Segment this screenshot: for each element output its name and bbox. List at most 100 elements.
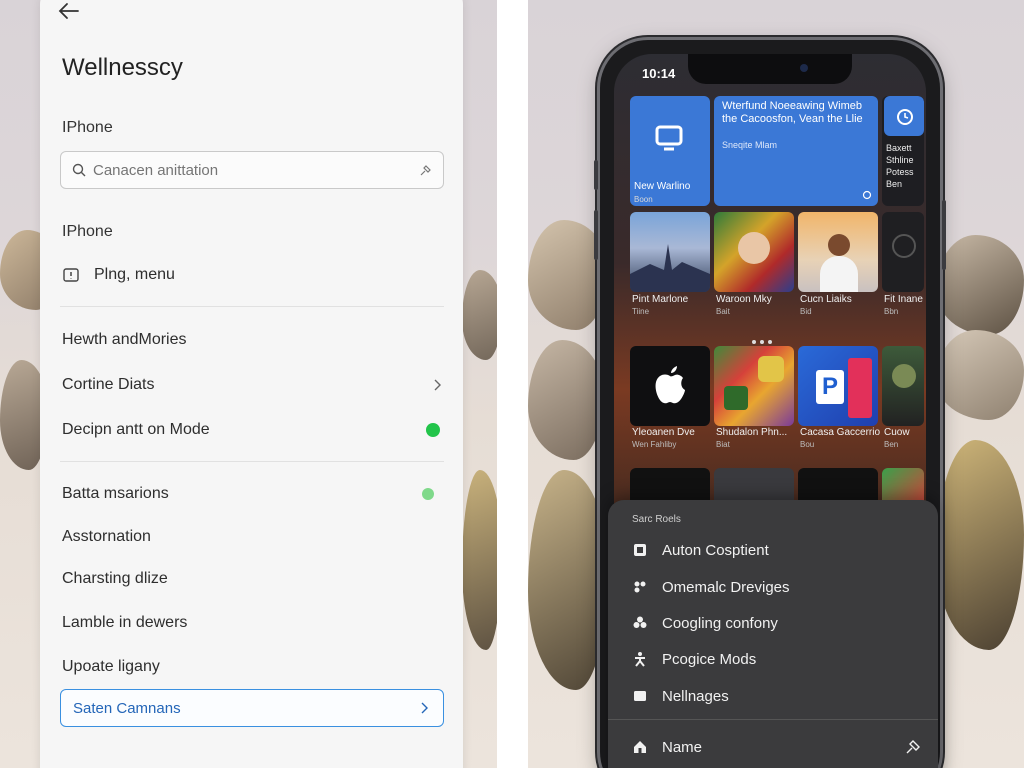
app-tile[interactable] bbox=[882, 346, 924, 426]
settings-row-battery[interactable]: Batta msarions bbox=[62, 479, 444, 509]
ping-menu-row[interactable]: Plng, menu bbox=[62, 260, 444, 290]
tile-title: Yleoanen Dve bbox=[632, 427, 695, 438]
app-tile[interactable] bbox=[630, 346, 710, 426]
rock bbox=[462, 270, 502, 360]
tile-title: Waroon Mky bbox=[716, 294, 772, 305]
menu-item-coogling[interactable]: Coogling confony bbox=[632, 611, 922, 635]
settings-row-cortine[interactable]: Cortine Diats bbox=[62, 370, 444, 400]
back-arrow-icon[interactable] bbox=[58, 0, 80, 22]
news-headline: Wterfund Noeeawing Wimeb the Cacoosfon, … bbox=[722, 100, 863, 125]
app-tile[interactable] bbox=[630, 212, 710, 292]
chevron-right-icon bbox=[421, 702, 428, 714]
page-indicator[interactable] bbox=[752, 340, 772, 344]
timer-tile bbox=[884, 96, 924, 136]
section-label: IPhone bbox=[62, 223, 113, 240]
settings-row-lamble[interactable]: Lamble in dewers bbox=[62, 608, 444, 638]
app-tile[interactable]: P bbox=[798, 346, 878, 426]
app-tile[interactable]: New Warlino Boon bbox=[630, 96, 710, 206]
camera-icon bbox=[800, 64, 808, 72]
pin-icon[interactable] bbox=[419, 163, 433, 177]
section-label: IPhone bbox=[62, 119, 113, 136]
row-label: Lamble in dewers bbox=[62, 614, 188, 631]
page-dot bbox=[768, 340, 772, 344]
menu-item-omemalc[interactable]: Omemalc Dreviges bbox=[632, 575, 922, 599]
widget-line: Ben bbox=[886, 179, 903, 189]
app-tile[interactable] bbox=[798, 212, 878, 292]
tile-title: Pint Marlone bbox=[632, 294, 689, 305]
character-image bbox=[892, 364, 916, 388]
row-label: Saten Camnans bbox=[73, 699, 181, 717]
status-dot bbox=[426, 423, 440, 437]
volume-button bbox=[594, 160, 598, 190]
divider-strip bbox=[497, 0, 528, 768]
search-icon bbox=[72, 163, 86, 177]
character-image bbox=[738, 232, 770, 264]
row-label: Decipn antt on Mode bbox=[62, 421, 210, 438]
widget-line: Baxett bbox=[886, 143, 912, 153]
cluster-icon bbox=[634, 581, 646, 593]
rock bbox=[528, 340, 604, 460]
tile-subtitle: Bait bbox=[716, 307, 730, 316]
tile-title: Cuow bbox=[884, 427, 910, 438]
tile-title: Cacasa Gaccerrio bbox=[800, 427, 881, 438]
divider bbox=[60, 461, 444, 462]
settings-row-mode[interactable]: Decipn antt on Mode bbox=[62, 415, 444, 445]
widget-line: Sthline bbox=[886, 155, 914, 165]
widget-line: Potess bbox=[886, 167, 914, 177]
app-tile[interactable] bbox=[714, 346, 794, 426]
castle-image bbox=[630, 244, 710, 292]
club-icon bbox=[633, 616, 647, 628]
row-label: Hewth andMories bbox=[62, 331, 187, 348]
page-dot bbox=[752, 340, 756, 344]
right-widget[interactable]: Baxett Sthline Potess Ben bbox=[882, 96, 924, 206]
apple-logo-icon bbox=[655, 366, 685, 404]
tile-subtitle: Biat bbox=[716, 440, 730, 449]
timer-icon bbox=[897, 109, 913, 125]
selected-settings-row[interactable]: Saten Camnans bbox=[60, 689, 444, 727]
game-image bbox=[758, 356, 784, 382]
settings-row-asstornation[interactable]: Asstornation bbox=[62, 522, 444, 552]
tile-subtitle: Bbn bbox=[884, 307, 899, 316]
menu-item-pcogice[interactable]: Pcogice Mods bbox=[632, 647, 922, 671]
notch bbox=[688, 54, 852, 84]
search-input[interactable] bbox=[93, 161, 419, 179]
row-label: Cortine Diats bbox=[62, 376, 155, 393]
app-tile[interactable] bbox=[714, 212, 794, 292]
page-dot bbox=[760, 340, 764, 344]
rock bbox=[936, 330, 1024, 420]
app-tile[interactable] bbox=[882, 212, 924, 292]
refresh-icon bbox=[862, 190, 872, 200]
rock bbox=[528, 470, 608, 690]
page-title: Wellnesscy bbox=[62, 54, 183, 81]
menu-item-label: Nellnages bbox=[662, 687, 729, 705]
p-logo-icon: P bbox=[816, 370, 844, 404]
tile-subtitle: Wen Fahliby bbox=[632, 440, 677, 449]
tile-graphic bbox=[848, 358, 872, 418]
exclamation-box-icon bbox=[63, 268, 79, 282]
tv-icon bbox=[655, 125, 683, 151]
tile-subtitle: Bid bbox=[800, 307, 812, 316]
menu-footer-item[interactable]: Name bbox=[632, 736, 922, 758]
settings-panel: Wellnesscy IPhone IPhone Plng, menu Hewt… bbox=[40, 0, 463, 768]
rock bbox=[462, 470, 502, 650]
news-subtitle: Sneqite Mlam bbox=[722, 140, 778, 150]
news-widget[interactable]: Wterfund Noeeawing Wimeb the Cacoosfon, … bbox=[714, 96, 878, 206]
menu-item-nellnages[interactable]: Nellnages bbox=[632, 684, 922, 708]
pin-icon[interactable] bbox=[904, 738, 922, 756]
divider bbox=[608, 719, 938, 720]
tile-title: Fit Inane bbox=[884, 294, 923, 305]
tile-title: Cucn Liaiks bbox=[800, 294, 852, 305]
tile-subtitle: Bou bbox=[800, 440, 815, 449]
settings-row-charsting[interactable]: Charsting dlize bbox=[62, 564, 444, 594]
settings-row-health[interactable]: Hewth andMories bbox=[62, 325, 444, 355]
settings-row-update[interactable]: Upoate ligany bbox=[62, 652, 444, 682]
menu-item-auton[interactable]: Auton Cosptient bbox=[632, 538, 922, 562]
menu-item-label: Omemalc Dreviges bbox=[662, 578, 790, 596]
divider bbox=[60, 306, 444, 307]
menu-item-label: Auton Cosptient bbox=[662, 541, 769, 559]
row-label: Charsting dlize bbox=[62, 570, 168, 587]
row-label: Upoate ligany bbox=[62, 658, 160, 675]
status-dot bbox=[422, 488, 434, 500]
search-field[interactable] bbox=[60, 151, 444, 189]
menu-item-label: Pcogice Mods bbox=[662, 650, 757, 668]
